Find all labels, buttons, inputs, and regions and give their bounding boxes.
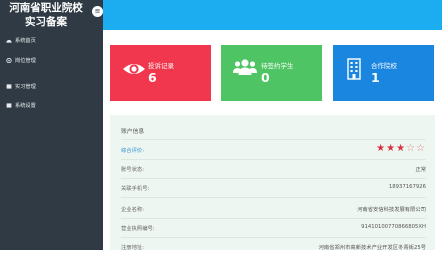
sidebar-item-label: 系统设置: [15, 103, 36, 109]
row-key: 营业执照编号:: [121, 226, 155, 232]
settings-icon: [6, 103, 12, 108]
users-icon: [233, 59, 257, 75]
panel-title: 账户信息: [121, 129, 145, 135]
dashboard-icon: [6, 39, 12, 43]
row-value: 正常: [415, 167, 426, 173]
divider: [121, 197, 426, 198]
divider: [121, 159, 426, 160]
building-icon: [347, 58, 361, 80]
star-filled-icon: ★: [386, 143, 397, 154]
card-title: 投诉记录: [148, 62, 174, 70]
position-icon: [6, 58, 12, 63]
divider: [121, 218, 426, 219]
pending-students-card[interactable]: 待签约学生 0: [221, 45, 322, 101]
sidebar: 河南省职业院校 实习备案 ≡ 系统首页 岗位管理 实习管理 系统设置: [0, 0, 103, 250]
account-status-row: 账号状态: 正常: [121, 165, 426, 177]
divider: [121, 139, 426, 140]
card-value: 1: [371, 70, 380, 85]
license-row: 营业执照编号: 91410100770866805XH: [121, 224, 426, 236]
sidebar-item-label: 岗位管理: [15, 58, 36, 64]
card-title: 合作院校: [371, 62, 397, 70]
sidebar-item-label: 系统首页: [15, 38, 36, 44]
internship-icon: [6, 84, 12, 89]
phone-row: 关联手机号: 18937167926: [121, 184, 426, 196]
company-name-row: 企业名称: 河南省安信科技发展有限公司: [121, 205, 426, 217]
partner-schools-card[interactable]: 合作院校 1: [333, 45, 434, 101]
sidebar-item-home[interactable]: 系统首页: [0, 31, 103, 51]
star-filled-icon: ★: [396, 143, 407, 154]
card-value: 6: [148, 70, 157, 85]
account-info-panel: 账户信息 综合评价: ★★★☆☆ 账号状态: 正常 关联手机号: 1893716…: [110, 115, 435, 251]
eye-icon: [123, 64, 145, 74]
address-row: 注册地址: 河南省郑州市高新技术产业开发区冬青街25号: [121, 243, 426, 255]
row-value: 91410100770866805XH: [361, 224, 426, 230]
top-bar: [103, 0, 442, 30]
sidebar-item-positions[interactable]: 岗位管理: [0, 51, 103, 71]
row-value: 河南省安信科技发展有限公司: [357, 207, 426, 213]
brand-line-1: 河南省职业院校: [9, 2, 83, 14]
divider: [121, 178, 426, 179]
star-filled-icon: ★: [376, 143, 387, 154]
row-value: 18937167926: [388, 184, 426, 190]
sidebar-toggle-button[interactable]: ≡: [92, 6, 103, 17]
sidebar-item-settings[interactable]: 系统设置: [0, 96, 103, 116]
rating-label: 综合评价:: [121, 148, 144, 154]
rating-row: 综合评价: ★★★☆☆: [121, 143, 426, 158]
sidebar-item-internship[interactable]: 实习管理: [0, 77, 103, 97]
card-title: 待签约学生: [261, 62, 294, 70]
complaints-card[interactable]: 投诉记录 6: [110, 45, 211, 101]
row-key: 企业名称:: [121, 207, 144, 213]
row-key: 关联手机号:: [121, 186, 150, 192]
star-empty-icon: ☆: [416, 143, 426, 154]
divider: [121, 237, 426, 238]
card-value: 0: [261, 70, 270, 85]
sidebar-item-label: 实习管理: [15, 84, 36, 90]
brand-line-2: 实习备案: [25, 16, 67, 28]
rating-stars: ★★★☆☆: [376, 143, 426, 155]
star-empty-icon: ☆: [406, 143, 417, 154]
row-key: 账号状态:: [121, 167, 144, 173]
app-brand: 河南省职业院校 实习备案: [0, 0, 92, 31]
